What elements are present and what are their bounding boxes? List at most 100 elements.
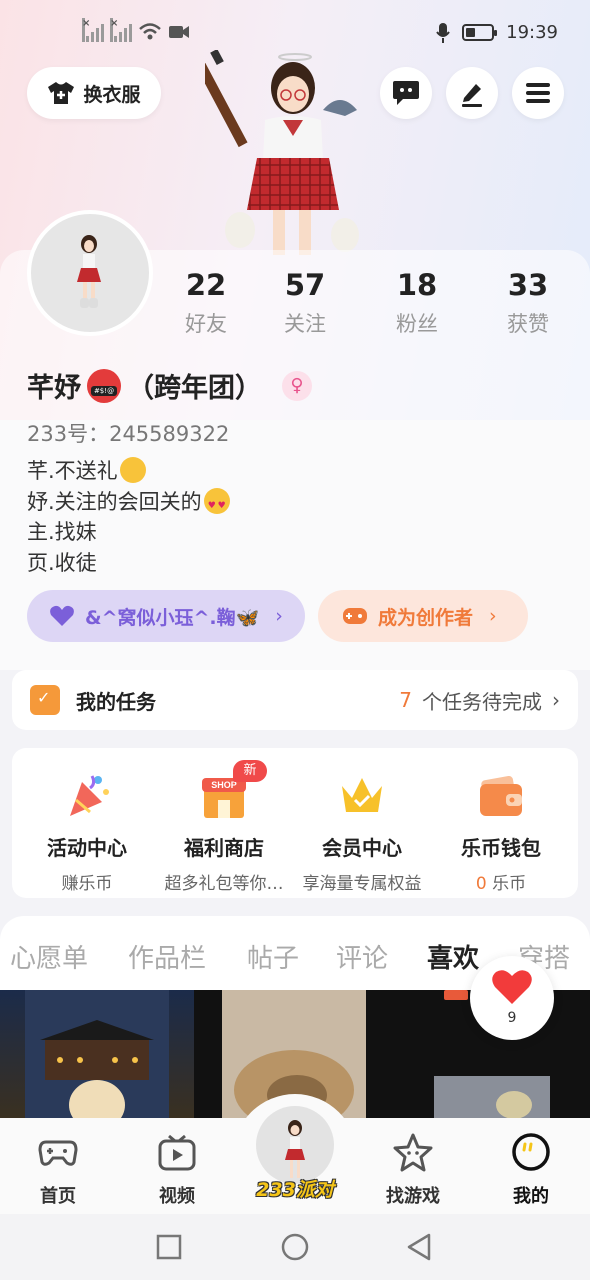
back-triangle-icon[interactable] (406, 1233, 432, 1261)
stat-label: 关注 (284, 312, 326, 336)
pen-icon (462, 84, 482, 107)
service-title: 会员中心 (322, 836, 402, 860)
service-subtitle: 超多礼包等你… (164, 874, 284, 894)
party-avatar-figure (285, 1120, 305, 1178)
tasks-suffix: 个任务待完成 (422, 689, 542, 714)
chevron-right-icon: › (489, 605, 497, 627)
service-title: 福利商店 (184, 836, 264, 860)
like-count-bubble[interactable]: 9 (470, 956, 554, 1040)
coin-unit: 乐币 (492, 874, 527, 894)
heart-eyes-emoji-icon (203, 487, 230, 521)
signal-icon: × (82, 18, 104, 42)
stat-followers[interactable]: 18 粉丝 (367, 268, 467, 338)
nav-find-games[interactable]: 找游戏 (363, 1132, 463, 1208)
grid-item-thumbnail[interactable] (0, 990, 194, 1130)
angry-face-emoji-icon: #$!@ (87, 368, 121, 403)
home-circle-icon[interactable] (281, 1233, 309, 1261)
activity-center-button[interactable]: 活动中心 赚乐币 (16, 770, 158, 894)
star-icon (393, 1133, 433, 1172)
stat-number: 57 (284, 268, 326, 302)
wallet-icon (480, 775, 522, 816)
profile-name-suffix: （跨年团） (127, 373, 262, 404)
stat-likes[interactable]: 33 获赞 (478, 268, 578, 338)
change-outfit-button[interactable]: 换衣服 (27, 67, 161, 119)
tshirt-icon (48, 82, 75, 104)
crown-icon (342, 778, 382, 812)
gamepad-icon (38, 1140, 78, 1166)
user-id: 233号：245589322 (27, 422, 230, 446)
purple-heart-icon (50, 605, 74, 626)
avatar-figure (77, 235, 101, 308)
stat-label: 粉丝 (396, 312, 438, 336)
service-subtitle: 赚乐币 (61, 874, 113, 894)
edit-profile-button[interactable] (446, 67, 498, 119)
nav-video[interactable]: 视频 (127, 1132, 227, 1208)
chevron-right-icon: › (552, 688, 560, 712)
hamburger-menu-icon (526, 83, 550, 103)
messages-button[interactable] (380, 67, 432, 119)
party-avatar[interactable] (256, 1106, 334, 1184)
welfare-shop-button[interactable]: SHOP 福利商店 超多礼包等你… (153, 770, 295, 894)
group-pill-button[interactable]: &^窝似小珏^.鞠🦋 › (27, 590, 305, 642)
service-subtitle: 享海量专属权益 (302, 874, 422, 894)
female-gender-icon: ♀ (282, 370, 312, 401)
party-label[interactable]: 233派对 (240, 1175, 350, 1202)
service-subtitle: 0 乐币 (430, 869, 572, 894)
recent-apps-square-icon[interactable] (156, 1234, 182, 1260)
become-creator-button[interactable]: 成为创作者 › (318, 590, 528, 642)
tab-works[interactable]: 作品栏 (128, 938, 206, 975)
heart-icon (492, 970, 532, 1004)
tab-posts[interactable]: 帖子 (247, 938, 299, 975)
chevron-right-icon: › (275, 605, 283, 627)
group-pill-label: &^窝似小珏^.鞠🦋 (85, 606, 260, 629)
gamepad-icon (343, 608, 367, 624)
services-panel: 活动中心 赚乐币 SHOP 福利商店 超多礼包等你… 会员中心 享海量专属权益 … (12, 748, 578, 898)
profile-bio: 芊.不送礼 妤.关注的会回关的 主.找妹 页.收徒 (27, 456, 230, 578)
bio-line: 妤.关注的会回关的 (27, 487, 230, 521)
bio-line: 主.找妹 (27, 520, 97, 544)
video-camera-icon (169, 26, 189, 38)
avatar[interactable] (27, 210, 153, 336)
my-tasks-row[interactable]: 我的任务 7 个任务待完成 › (12, 670, 578, 730)
profile-name: 芊妤 (27, 373, 81, 404)
stat-label: 获赞 (507, 312, 549, 336)
signal-icon: × (110, 18, 132, 42)
stat-number: 33 (507, 268, 549, 302)
stat-number: 22 (185, 268, 227, 302)
system-navigation-bar (0, 1214, 590, 1280)
nav-mine[interactable]: 我的 (481, 1132, 581, 1208)
bio-line: 芊.不送礼 (27, 456, 230, 487)
nav-label: 视频 (159, 1186, 195, 1207)
avatar-character-figure (205, 50, 359, 255)
nav-label: 我的 (513, 1186, 549, 1207)
chat-bubble-icon (393, 81, 419, 105)
stat-following[interactable]: 57 关注 (255, 268, 355, 338)
tv-icon (158, 1134, 196, 1171)
battery-icon (462, 24, 498, 41)
microphone-icon (436, 22, 450, 43)
tab-likes[interactable]: 喜欢 (427, 938, 479, 975)
stat-number: 18 (396, 268, 438, 302)
bio-line: 页.收徒 (27, 550, 97, 575)
tab-comments[interactable]: 评论 (336, 938, 388, 975)
thumbnail-image (25, 990, 169, 1130)
kissing-face-emoji-icon (119, 457, 146, 483)
stat-friends[interactable]: 22 好友 (156, 268, 256, 338)
tasks-title: 我的任务 (76, 689, 156, 714)
member-center-button[interactable]: 会员中心 享海量专属权益 (291, 770, 433, 894)
coin-wallet-button[interactable]: 乐币钱包 0 乐币 (430, 770, 572, 894)
menu-button[interactable] (512, 67, 564, 119)
service-title: 活动中心 (47, 836, 127, 860)
profile-face-icon (512, 1133, 550, 1171)
new-badge: 新 (233, 760, 267, 782)
wifi-icon (139, 23, 161, 40)
become-creator-label: 成为创作者 (378, 606, 474, 629)
change-outfit-label: 换衣服 (83, 83, 141, 106)
coin-balance: 0 (475, 874, 487, 894)
nav-label: 首页 (40, 1186, 76, 1207)
nav-home[interactable]: 首页 (8, 1132, 108, 1208)
like-count: 9 (507, 1010, 517, 1026)
party-popper-icon (70, 775, 109, 816)
profile-name-row: 芊妤 #$!@ （跨年团） ♀ (27, 366, 312, 405)
tab-wishlist[interactable]: 心愿单 (10, 938, 88, 975)
